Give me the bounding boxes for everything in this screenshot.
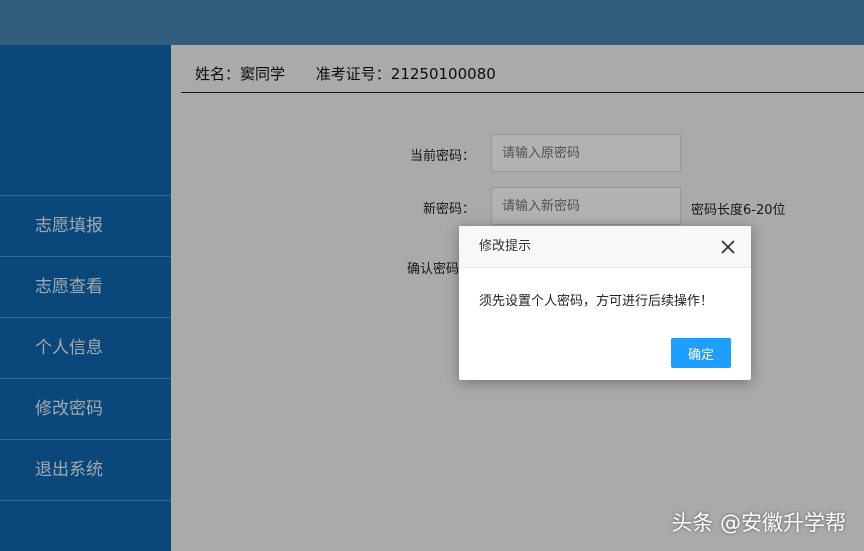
confirm-button[interactable]: 确定 xyxy=(671,338,731,368)
watermark: 头条 @安徽升学帮 xyxy=(671,511,846,535)
dialog-message: 须先设置个人密码，方可进行后续操作！ xyxy=(479,294,714,309)
dialog-header: 修改提示 xyxy=(459,226,751,268)
notice-dialog: 修改提示 须先设置个人密码，方可进行后续操作！ 确定 xyxy=(459,226,751,380)
close-icon[interactable] xyxy=(719,238,737,256)
dialog-title: 修改提示 xyxy=(479,239,532,254)
